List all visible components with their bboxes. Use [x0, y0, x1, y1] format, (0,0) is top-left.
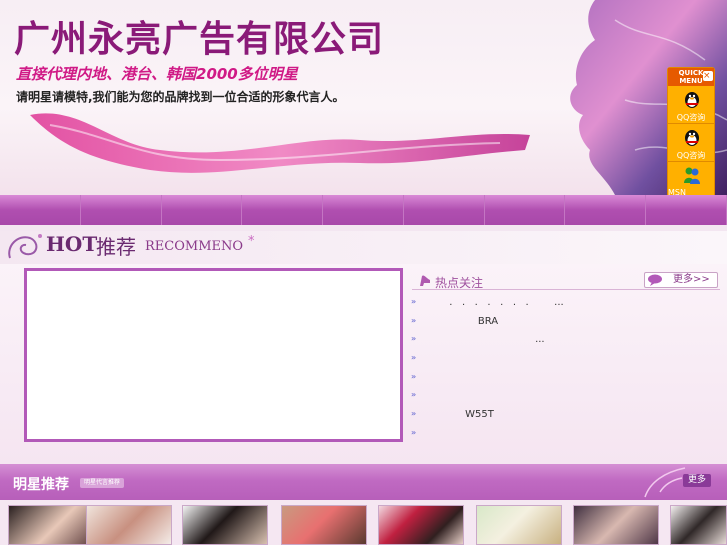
news-more-label: 更多>>	[673, 274, 710, 285]
quick-menu: QUICK MENU × QQ咨询 QQ咨询 MSN	[667, 67, 715, 204]
msn-icon	[684, 167, 700, 184]
company-name: 广州永亮广告有限公司	[14, 19, 385, 60]
nav-item[interactable]	[242, 195, 324, 225]
qq-penguin-icon	[685, 92, 699, 108]
hot-news-list: » . . . . . . . ... » BRA » ... » » » » …	[411, 294, 721, 444]
nav-item[interactable]	[323, 195, 404, 225]
star-recommend-subtitle: 明星代言推荐	[80, 478, 124, 488]
swirl-decoration-icon	[8, 234, 42, 259]
news-divider	[412, 289, 720, 290]
news-item[interactable]: » W55T	[411, 406, 721, 425]
news-item-text[interactable]: BRA	[427, 316, 498, 327]
quick-menu-qq-2[interactable]: QQ咨询	[668, 124, 714, 162]
news-item-text[interactable]: . . . . . . . ...	[427, 297, 563, 308]
star-thumbnail[interactable]	[281, 505, 367, 545]
speech-bubble-icon	[648, 274, 662, 286]
stars-more-button[interactable]: 更多	[683, 474, 711, 487]
star-thumbnail[interactable]	[8, 505, 94, 545]
quick-menu-label: QQ咨询	[676, 151, 706, 160]
news-item[interactable]: »	[411, 350, 721, 369]
news-item[interactable]: »	[411, 369, 721, 388]
news-item[interactable]: » . . . . . . . ...	[411, 294, 721, 313]
pink-ribbon-decoration	[30, 113, 530, 173]
news-more-button[interactable]: 更多>>	[644, 272, 718, 288]
hot-title: HOT	[46, 232, 98, 256]
qq-penguin-icon	[685, 130, 699, 146]
star-thumbnail[interactable]	[182, 505, 268, 545]
hot-subtitle: RECOMMENO	[145, 239, 244, 254]
news-item[interactable]: »	[411, 425, 721, 444]
star-decoration: *	[248, 234, 255, 249]
star-thumbnail[interactable]	[378, 505, 464, 545]
star-thumbnail[interactable]	[86, 505, 172, 545]
bullet-icon: »	[411, 297, 417, 306]
header-banner: 广州永亮广告有限公司 直接代理内地、港台、韩国2000多位明星 请明星请模特,我…	[0, 0, 727, 195]
star-recommend-title: 明星推荐	[13, 477, 69, 493]
hot-title-cn: 推荐	[96, 235, 136, 259]
bullet-icon: »	[411, 390, 417, 400]
nav-item[interactable]	[0, 195, 81, 225]
news-item-text[interactable]: W55T	[427, 409, 494, 420]
quick-menu-label: QQ咨询	[676, 113, 706, 122]
bullet-icon: »	[411, 315, 417, 325]
bullet-icon: »	[411, 353, 417, 363]
news-item-text[interactable]: ...	[427, 334, 545, 345]
nav-item[interactable]	[162, 195, 243, 225]
bullet-icon: »	[411, 427, 417, 437]
featured-slideshow[interactable]	[24, 268, 403, 442]
tagline: 直接代理内地、港台、韩国2000多位明星	[16, 65, 298, 83]
news-item[interactable]: » BRA	[411, 313, 721, 332]
nav-item[interactable]	[485, 195, 566, 225]
close-icon[interactable]: ×	[703, 71, 713, 81]
bullet-icon: »	[411, 371, 417, 381]
heels-icon	[420, 275, 430, 286]
nav-item[interactable]	[565, 195, 647, 225]
main-nav	[0, 195, 727, 225]
nav-item[interactable]	[646, 195, 727, 225]
star-thumbnail[interactable]	[573, 505, 659, 545]
sub-tagline: 请明星请模特,我们能为您的品牌找到一位合适的形象代言人。	[16, 90, 345, 104]
nav-item[interactable]	[81, 195, 162, 225]
star-thumbnail[interactable]	[476, 505, 562, 545]
nav-item[interactable]	[404, 195, 485, 225]
bullet-icon: »	[411, 409, 417, 419]
quick-menu-qq-1[interactable]: QQ咨询	[668, 86, 714, 124]
news-item[interactable]: » ...	[411, 331, 721, 350]
star-thumbnail[interactable]	[670, 505, 727, 545]
bullet-icon: »	[411, 334, 417, 344]
news-item[interactable]: »	[411, 387, 721, 406]
